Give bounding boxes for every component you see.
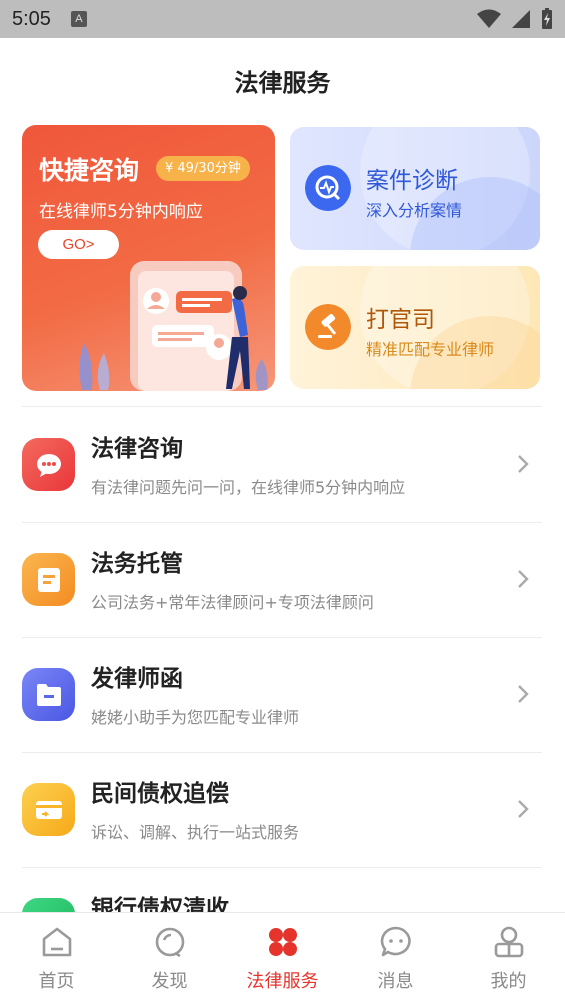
case-diagnosis-card[interactable]: 案件诊断 深入分析案情 <box>290 127 540 250</box>
service-title: 法务托管 <box>91 551 183 577</box>
service-lawyer-letter[interactable]: 发律师函 姥姥小助手为您匹配专业律师 <box>0 638 565 752</box>
service-desc: 诉讼、调解、执行一站式服务 <box>91 823 300 842</box>
quick-consult-subtitle: 在线律师5分钟内响应 <box>39 202 203 222</box>
status-bar: 5:05 A <box>0 0 565 38</box>
document-icon <box>22 553 75 606</box>
service-desc: 姥姥小助手为您匹配专业律师 <box>91 708 300 727</box>
lawsuit-subtitle: 精准匹配专业律师 <box>366 340 495 359</box>
tab-label: 首页 <box>38 971 75 992</box>
case-diagnosis-subtitle: 深入分析案情 <box>366 201 463 220</box>
gavel-icon <box>305 304 351 350</box>
bottom-tab-bar: 首页 发现 法律服务 消息 我的 <box>0 912 565 1004</box>
diagnosis-icon <box>305 165 351 211</box>
chat-bubble-icon <box>22 438 75 491</box>
discover-icon <box>155 927 185 958</box>
service-title: 发律师函 <box>91 666 183 692</box>
chevron-right-icon <box>518 685 529 703</box>
wifi-icon <box>477 9 501 28</box>
case-diagnosis-title: 案件诊断 <box>366 168 458 194</box>
profile-icon <box>494 926 524 958</box>
tab-label: 消息 <box>377 971 414 992</box>
status-time: 5:05 <box>12 7 51 30</box>
card-icon <box>22 783 75 836</box>
tab-messages[interactable]: 消息 <box>339 913 452 1004</box>
service-legal-consult[interactable]: 法律咨询 有法律问题先问一问，在线律师5分钟内响应 <box>0 408 565 522</box>
lawsuit-card[interactable]: 打官司 精准匹配专业律师 <box>290 266 540 389</box>
notification-a-icon: A <box>70 11 87 27</box>
service-desc: 公司法务+常年法律顾问+专项法律顾问 <box>91 593 374 612</box>
page-title: 法律服务 <box>234 68 331 97</box>
phone-chat-illustration <box>79 261 268 391</box>
page-header: 法律服务 <box>0 38 565 122</box>
tab-home[interactable]: 首页 <box>0 913 113 1004</box>
service-desc: 有法律问题先问一问，在线律师5分钟内响应 <box>91 478 406 497</box>
legal-service-icon <box>269 928 297 956</box>
message-icon <box>380 926 411 957</box>
home-icon <box>42 927 72 957</box>
tab-discover[interactable]: 发现 <box>113 913 226 1004</box>
tab-profile[interactable]: 我的 <box>452 913 565 1004</box>
tab-legal-service[interactable]: 法律服务 <box>226 913 339 1004</box>
service-debt-recovery[interactable]: 民间债权追偿 诉讼、调解、执行一站式服务 <box>0 753 565 867</box>
chevron-right-icon <box>518 570 529 588</box>
tab-label: 我的 <box>490 971 527 992</box>
chevron-right-icon <box>518 800 529 818</box>
battery-icon <box>542 8 552 29</box>
service-legal-hosting[interactable]: 法务托管 公司法务+常年法律顾问+专项法律顾问 <box>0 523 565 637</box>
tab-label: 法律服务 <box>246 971 319 992</box>
service-title: 法律咨询 <box>91 436 183 462</box>
divider <box>22 406 542 407</box>
tab-label: 发现 <box>151 971 188 992</box>
signal-icon <box>512 10 530 28</box>
service-title: 民间债权追偿 <box>91 781 229 807</box>
lawsuit-title: 打官司 <box>366 307 435 333</box>
chevron-right-icon <box>518 455 529 473</box>
price-badge: ¥ 49/30分钟 <box>156 156 250 181</box>
quick-consult-title: 快捷咨询 <box>39 156 140 185</box>
folder-icon <box>22 668 75 721</box>
quick-consult-card[interactable]: 快捷咨询 ¥ 49/30分钟 在线律师5分钟内响应 GO> <box>22 125 275 391</box>
